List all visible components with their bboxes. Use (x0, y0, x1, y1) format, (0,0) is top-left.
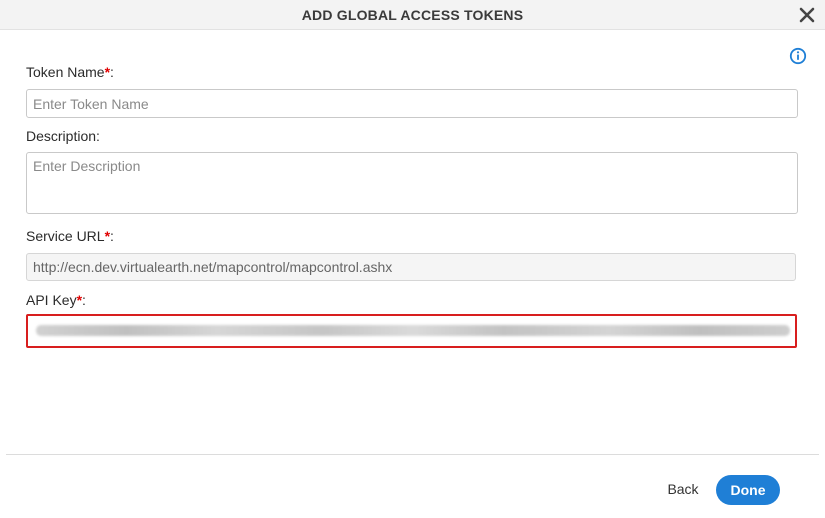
close-icon[interactable] (798, 6, 816, 24)
description-input[interactable] (26, 152, 798, 214)
api-key-label-text: API Key (26, 292, 77, 308)
info-icon[interactable] (789, 47, 807, 65)
dialog-titlebar: ADD GLOBAL ACCESS TOKENS (0, 0, 825, 30)
api-key-label: API Key*: (26, 292, 86, 308)
footer-divider (6, 454, 819, 455)
label-colon: : (82, 292, 86, 308)
token-name-label: Token Name*: (26, 64, 114, 80)
back-button[interactable]: Back (655, 474, 711, 504)
service-url-label-text: Service URL (26, 228, 105, 244)
api-key-input[interactable] (28, 316, 795, 346)
label-colon: : (110, 64, 114, 80)
api-key-field[interactable] (26, 314, 797, 348)
dialog-title: ADD GLOBAL ACCESS TOKENS (301, 7, 524, 23)
add-global-access-tokens-dialog: ADD GLOBAL ACCESS TOKENS Token Name*: De… (0, 0, 825, 518)
token-name-label-text: Token Name (26, 64, 105, 80)
done-button[interactable]: Done (716, 475, 780, 505)
label-colon: : (110, 228, 114, 244)
description-label: Description: (26, 128, 100, 144)
token-name-input[interactable] (26, 89, 798, 118)
service-url-input[interactable] (26, 253, 796, 281)
service-url-label: Service URL*: (26, 228, 114, 244)
